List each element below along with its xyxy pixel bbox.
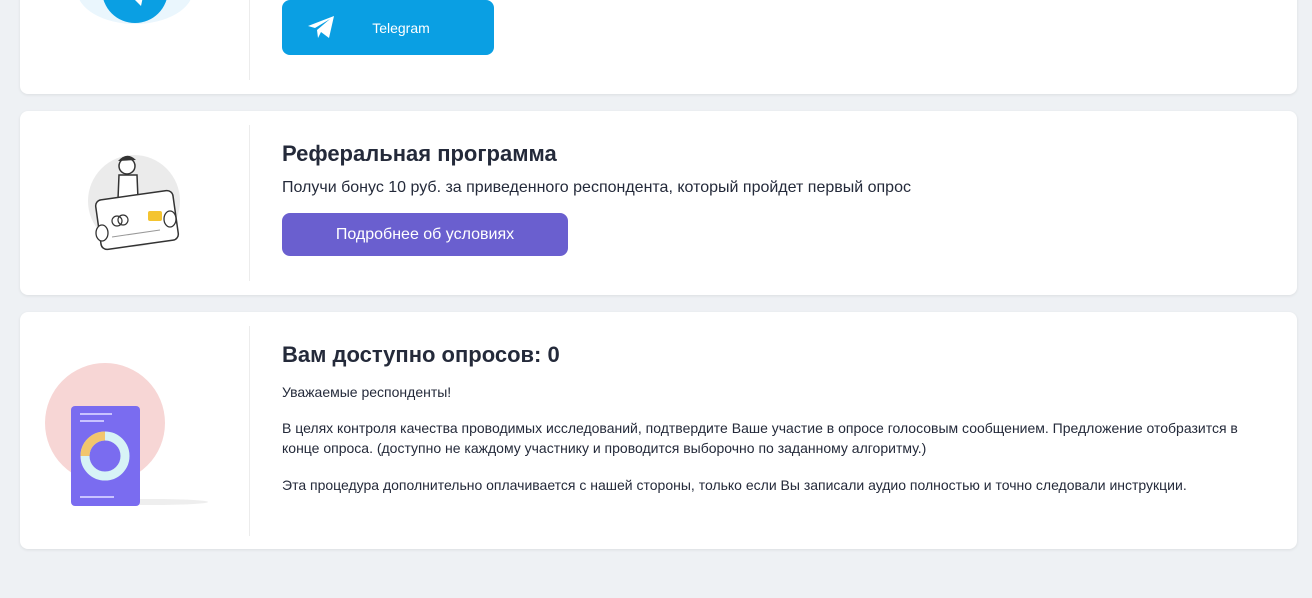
surveys-card: Вам доступно опросов: 0 Уважаемые респон… bbox=[20, 312, 1297, 549]
paper-plane-icon bbox=[306, 14, 336, 43]
referral-description: Получи бонус 10 руб. за приведенного рес… bbox=[282, 179, 911, 196]
person-holding-card-illustration bbox=[82, 151, 192, 263]
surveys-greeting: Уважаемые респонденты! bbox=[282, 384, 452, 400]
surveys-title: Вам доступно опросов: 0 bbox=[282, 342, 560, 367]
telegram-logo-icon bbox=[75, 0, 195, 30]
phone-chart-illustration bbox=[42, 360, 212, 510]
card-divider bbox=[249, 0, 250, 80]
referral-title: Реферальная программа bbox=[282, 141, 557, 166]
telegram-button-label: Telegram bbox=[372, 19, 430, 36]
referral-details-button[interactable]: Подробнее об условиях bbox=[282, 213, 568, 256]
surveys-paragraph-2: Эта процедура дополнительно оплачивается… bbox=[282, 477, 1187, 493]
surveys-paragraph-1: В целях контроля качества проводимых исс… bbox=[282, 420, 1238, 456]
card-divider bbox=[249, 326, 250, 536]
referral-card: Реферальная программа Получи бонус 10 ру… bbox=[20, 111, 1297, 295]
telegram-button[interactable]: Telegram bbox=[282, 0, 494, 55]
card-divider bbox=[249, 125, 250, 281]
telegram-card: Telegram bbox=[20, 0, 1297, 94]
